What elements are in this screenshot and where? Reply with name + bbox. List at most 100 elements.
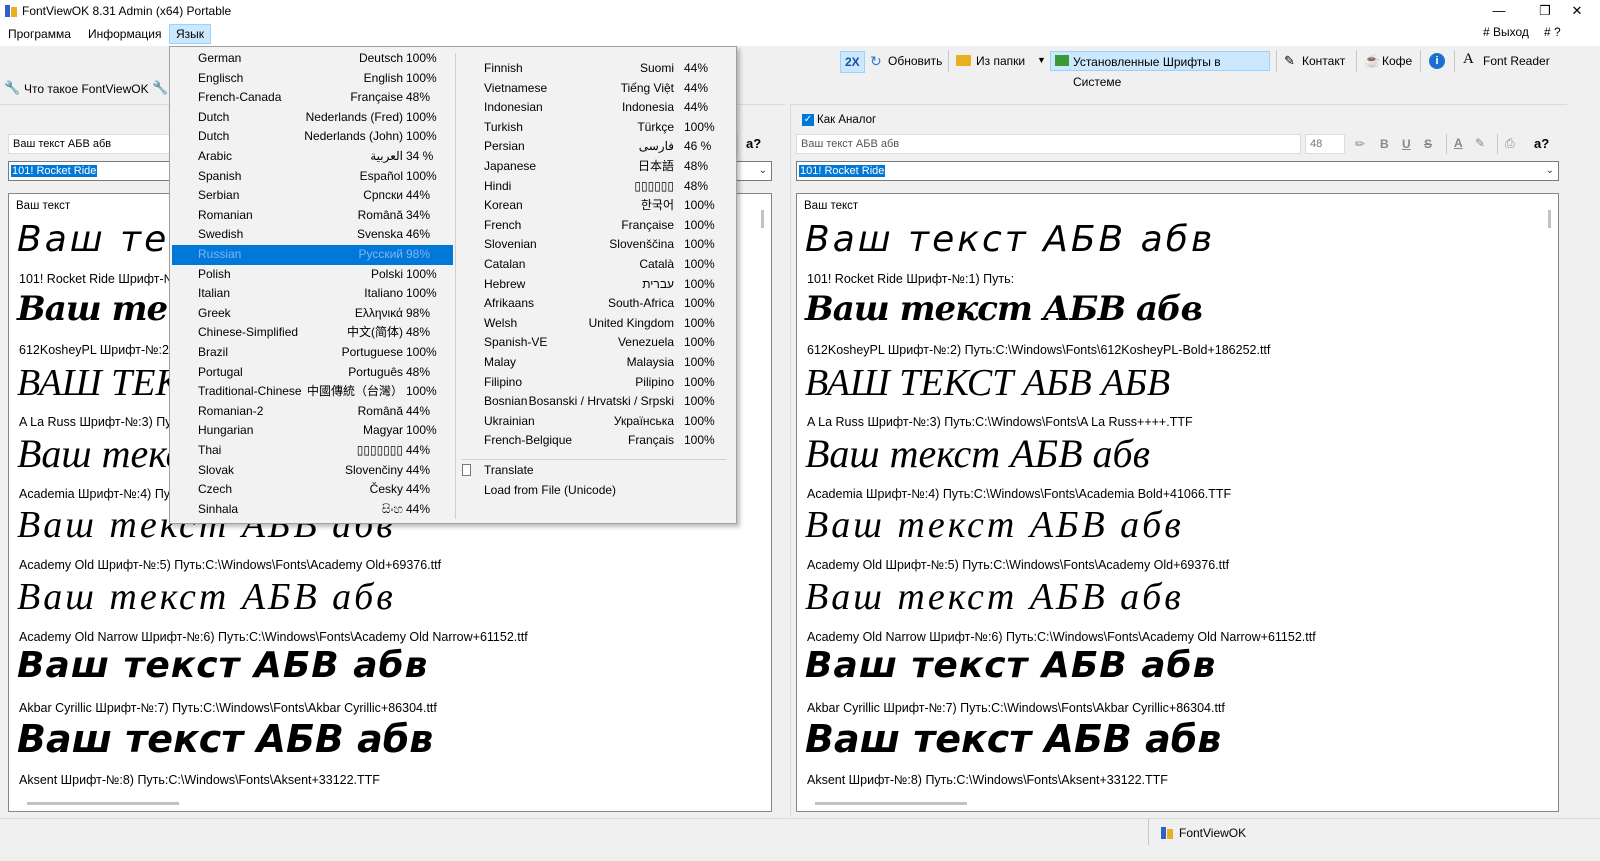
menu-translate[interactable]: Translate bbox=[458, 461, 730, 481]
right-font-list[interactable]: Ваш текст Ваш текст АБВ абв 101! Rocket R… bbox=[796, 193, 1559, 812]
right-font-sample[interactable]: Ваш текст АБВ абв bbox=[805, 434, 1150, 474]
close-button[interactable]: ✕ bbox=[1554, 0, 1600, 22]
right-font-sample[interactable]: Ваш текст АБВ абв bbox=[805, 648, 1216, 684]
right-hscroll-thumb[interactable] bbox=[815, 802, 967, 805]
menu-program[interactable]: Программа bbox=[2, 25, 77, 43]
language-item-french-belgique[interactable]: French-Belgique Français 100% bbox=[458, 431, 730, 451]
pencil-icon[interactable]: ✏ bbox=[1355, 137, 1365, 151]
text-color-icon[interactable]: A bbox=[1454, 136, 1463, 150]
font-size-input[interactable]: 48 bbox=[1305, 134, 1345, 154]
language-item-afrikaans[interactable]: Afrikaans South-Africa 100% bbox=[458, 294, 730, 314]
language-item-romanian[interactable]: Romanian Română 34% bbox=[172, 206, 453, 226]
language-item-slovak[interactable]: Slovak Slovenčiny 44% bbox=[172, 461, 453, 481]
refresh-button[interactable]: Обновить bbox=[884, 51, 946, 71]
language-item-vietnamese[interactable]: Vietnamese Tiếng Việt 44% bbox=[458, 79, 730, 99]
language-item-catalan[interactable]: Catalan Català 100% bbox=[458, 255, 730, 275]
right-font-sample[interactable]: Ваш текст АБВ абв bbox=[805, 506, 1184, 544]
language-item-spanish-ve[interactable]: Spanish-VE Venezuela 100% bbox=[458, 333, 730, 353]
language-item-russian[interactable]: Russian Русский 98% bbox=[172, 245, 453, 265]
language-item-portugal[interactable]: Portugal Português 48% bbox=[172, 363, 453, 383]
language-item-italian[interactable]: Italian Italiano 100% bbox=[172, 284, 453, 304]
language-english-name: Polish bbox=[198, 266, 231, 281]
left-font-sample[interactable]: Ваш текст АБВ абв bbox=[17, 648, 428, 684]
exit-link[interactable]: # Выход bbox=[1477, 23, 1535, 41]
language-item-bosnian[interactable]: Bosnian Bosanski / Hrvatski / Srpski 100% bbox=[458, 392, 730, 412]
language-item-hebrew[interactable]: Hebrew עברית 100% bbox=[458, 275, 730, 295]
language-item-spanish[interactable]: Spanish Español 100% bbox=[172, 167, 453, 187]
bold-icon[interactable]: B bbox=[1380, 137, 1389, 151]
chevron-down-icon[interactable]: ▼ bbox=[1037, 55, 1046, 65]
language-item-sinhala[interactable]: Sinhala සිංහ 44% bbox=[172, 500, 453, 520]
language-item-czech[interactable]: Czech Česky 44% bbox=[172, 480, 453, 500]
right-font-sample[interactable]: Ваш текст АБВ абв bbox=[805, 720, 1221, 758]
language-item-hungarian[interactable]: Hungarian Magyar 100% bbox=[172, 421, 453, 441]
language-item-finnish[interactable]: Finnish Suomi 44% bbox=[458, 59, 730, 79]
language-item-polish[interactable]: Polish Polski 100% bbox=[172, 265, 453, 285]
from-folder-button[interactable]: Из папки bbox=[972, 51, 1029, 71]
language-item-hindi[interactable]: Hindi ▯▯▯▯▯▯ 48% bbox=[458, 177, 730, 197]
underline-icon[interactable]: U bbox=[1402, 137, 1411, 151]
right-vscroll-thumb[interactable] bbox=[1548, 210, 1551, 228]
left-font-sample[interactable]: Ваш текст АБВ абв bbox=[17, 578, 396, 616]
analog-checkbox[interactable]: ✓ bbox=[802, 114, 814, 126]
language-item-dutch[interactable]: Dutch Nederlands (John) 100% bbox=[172, 127, 453, 147]
right-font-sample[interactable]: ВАШ ТЕКСТ АБВ АБВ bbox=[805, 364, 1170, 402]
contact-button[interactable]: Контакт bbox=[1298, 51, 1349, 71]
right-font-sample[interactable]: Ваш текст АБВ абв bbox=[805, 222, 1215, 258]
info-icon[interactable]: i bbox=[1429, 53, 1445, 69]
language-item-malay[interactable]: Malay Malaysia 100% bbox=[458, 353, 730, 373]
language-percent: 100% bbox=[684, 355, 715, 369]
language-item-german[interactable]: German Deutsch 100% bbox=[172, 49, 453, 69]
language-item-romanian-2[interactable]: Romanian-2 Română 44% bbox=[172, 402, 453, 422]
language-native-name: Português bbox=[348, 364, 403, 379]
help-link[interactable]: # ? bbox=[1538, 23, 1567, 41]
language-item-englisch[interactable]: Englisch English 100% bbox=[172, 69, 453, 89]
font-reader-button[interactable]: Font Reader bbox=[1479, 51, 1554, 71]
strikethrough-icon[interactable]: S bbox=[1424, 137, 1432, 151]
menu-language[interactable]: Язык bbox=[169, 24, 212, 44]
language-item-french-canada[interactable]: French-Canada Française 48% bbox=[172, 88, 453, 108]
language-item-turkish[interactable]: Turkish Türkçe 100% bbox=[458, 118, 730, 138]
left-vscroll-thumb[interactable] bbox=[761, 210, 764, 228]
language-item-slovenian[interactable]: Slovenian Slovenščina 100% bbox=[458, 235, 730, 255]
menu-info[interactable]: Информация bbox=[82, 25, 167, 43]
language-item-brazil[interactable]: Brazil Portuguese 100% bbox=[172, 343, 453, 363]
language-item-swedish[interactable]: Swedish Svenska 46% bbox=[172, 225, 453, 245]
language-item-traditional-chinese[interactable]: Traditional-Chinese 中國傳統（台灣） 100% bbox=[172, 382, 453, 402]
highlight-icon[interactable]: ✎ bbox=[1475, 136, 1485, 150]
installed-fonts-button[interactable]: Установленные Шрифты в Системе bbox=[1050, 51, 1270, 89]
language-item-french[interactable]: French Française 100% bbox=[458, 216, 730, 236]
language-item-welsh[interactable]: Welsh United Kingdom 100% bbox=[458, 314, 730, 334]
language-item-arabic[interactable]: Arabic العربية 34 % bbox=[172, 147, 453, 167]
minimize-button[interactable]: — bbox=[1476, 0, 1522, 22]
language-item-serbian[interactable]: Serbian Српски 44% bbox=[172, 186, 453, 206]
right-font-sample[interactable]: Ваш текст АБВ абв bbox=[805, 292, 1203, 326]
left-hscroll-thumb[interactable] bbox=[27, 802, 179, 805]
language-item-japanese[interactable]: Japanese 日本語 48% bbox=[458, 157, 730, 177]
language-english-name: Englisch bbox=[198, 70, 244, 85]
language-native-name: فارسی bbox=[638, 139, 674, 154]
language-english-name: Ukrainian bbox=[484, 413, 535, 428]
language-item-dutch[interactable]: Dutch Nederlands (Fred) 100% bbox=[172, 108, 453, 128]
right-sample-text-input[interactable]: Ваш текст АБВ абв bbox=[796, 134, 1301, 154]
right-query-button[interactable]: a? bbox=[1534, 136, 1549, 151]
language-item-korean[interactable]: Korean 한국어 100% bbox=[458, 196, 730, 216]
x2-button[interactable]: 2X bbox=[840, 51, 865, 73]
left-font-sample[interactable]: Ваш текст АБВ абв bbox=[17, 720, 433, 758]
right-font-select[interactable]: 101! Rocket Ride ⌄ bbox=[796, 161, 1559, 181]
right-font-sample[interactable]: Ваш текст АБВ абв bbox=[805, 578, 1184, 616]
language-item-greek[interactable]: Greek Ελληνικά 98% bbox=[172, 304, 453, 324]
language-item-persian[interactable]: Persian فارسی 46 % bbox=[458, 137, 730, 157]
language-item-chinese-simplified[interactable]: Chinese-Simplified 中文(简体) 48% bbox=[172, 323, 453, 343]
menu-load-file[interactable]: Load from File (Unicode) bbox=[458, 481, 730, 501]
language-item-thai[interactable]: Thai ▯▯▯▯▯▯▯ 44% bbox=[172, 441, 453, 461]
left-query-button[interactable]: a? bbox=[746, 136, 761, 151]
language-item-filipino[interactable]: Filipino Pilipino 100% bbox=[458, 373, 730, 393]
coffee-button[interactable]: Кофе bbox=[1378, 51, 1416, 71]
print-icon[interactable]: ⎙ bbox=[1505, 136, 1515, 151]
language-percent: 48% bbox=[406, 325, 431, 340]
language-item-ukrainian[interactable]: Ukrainian Українська 100% bbox=[458, 412, 730, 432]
what-is-button[interactable]: Что такое FontViewOK bbox=[20, 79, 153, 99]
language-percent: 98% bbox=[406, 247, 431, 261]
language-item-indonesian[interactable]: Indonesian Indonesia 44% bbox=[458, 98, 730, 118]
